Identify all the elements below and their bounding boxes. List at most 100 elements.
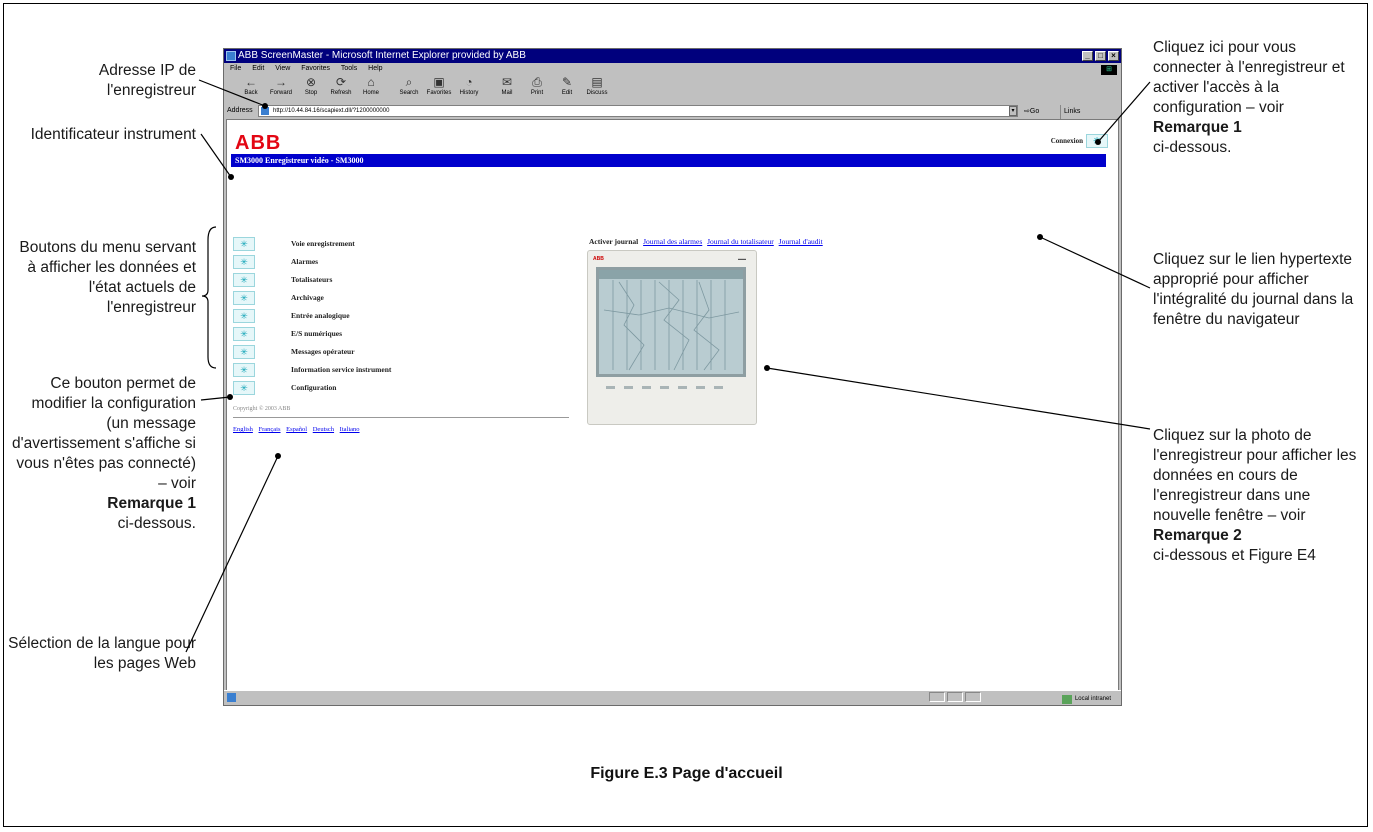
- annotation-ip-address: Adresse IP de l'enregistreur: [98, 62, 196, 99]
- journal-audit-link[interactable]: Journal d'audit: [779, 237, 823, 246]
- address-dropdown-icon[interactable]: ▾: [1009, 106, 1017, 116]
- back-button[interactable]: ← Back: [236, 75, 266, 102]
- lang-espanol[interactable]: Español: [286, 426, 307, 433]
- menu-view[interactable]: View: [275, 65, 290, 72]
- back-arrow-icon: ←: [245, 75, 257, 89]
- mail-icon: ✉: [501, 75, 513, 89]
- journal-totalisateur-link[interactable]: Journal du totalisateur: [707, 237, 774, 246]
- links-button[interactable]: Links: [1060, 105, 1080, 119]
- divider: [233, 417, 569, 418]
- maximize-button[interactable]: □: [1095, 51, 1106, 61]
- menu-favorites[interactable]: Favorites: [301, 65, 330, 72]
- menu-item-entree-analogique[interactable]: Entrée analogique: [233, 307, 350, 325]
- recorder-photo[interactable]: ABB ▬▬: [587, 250, 757, 425]
- favorites-button[interactable]: ▣ Favorites: [424, 75, 454, 102]
- lang-english[interactable]: English: [233, 426, 253, 433]
- device-logo: ABB: [593, 256, 604, 262]
- device-brand-label: ▬▬: [738, 256, 746, 261]
- copyright: Copyright © 2003 ABB: [233, 406, 291, 412]
- menu-help[interactable]: Help: [368, 65, 382, 72]
- figure-caption: Figure E.3 Page d'accueil: [590, 765, 783, 782]
- refresh-icon: ⟳: [335, 75, 347, 89]
- mail-button[interactable]: ✉ Mail: [492, 75, 522, 102]
- annotation-journal: Cliquez sur le lien hypertexte approprié…: [1153, 251, 1354, 328]
- menu-file[interactable]: File: [230, 65, 241, 72]
- lang-deutsch[interactable]: Deutsch: [313, 426, 334, 433]
- journal-links: Activer journal Journal des alarmes Jour…: [589, 237, 826, 246]
- menu-item-archivage[interactable]: Archivage: [233, 289, 324, 307]
- address-value: http://10.44.84.16/scapiext.dll/?1200000…: [273, 108, 390, 114]
- forward-arrow-icon: →: [275, 75, 287, 89]
- annotation-configuration: Ce bouton permet de modifier la configur…: [12, 375, 196, 532]
- instrument-banner: SM3000 Enregistreur vidéo - SM3000: [231, 154, 1106, 167]
- menu-item-es-numeriques[interactable]: E/S numériques: [233, 325, 342, 343]
- annotation-menu-buttons: Boutons du menu servant à afficher les d…: [19, 239, 196, 316]
- annotation-language: Sélection de la langue pour les pages We…: [8, 635, 196, 672]
- menu-item-voie-enregistrement[interactable]: Voie enregistrement: [233, 235, 355, 253]
- discuss-icon: ▤: [591, 75, 603, 89]
- edit-button[interactable]: ✎ Edit: [552, 75, 582, 102]
- annotation-instrument-id: Identificateur instrument: [30, 126, 196, 143]
- stop-button[interactable]: ⊗ Stop: [296, 75, 326, 102]
- edit-icon: ✎: [561, 75, 573, 89]
- home-icon: ⌂: [367, 75, 375, 89]
- menu-button-icon[interactable]: [233, 272, 255, 287]
- journal-alarmes-link[interactable]: Journal des alarmes: [643, 237, 702, 246]
- connexion: Connexion: [1051, 134, 1108, 148]
- menu-bar: File Edit View Favorites Tools Help: [224, 63, 1121, 74]
- connexion-label: Connexion: [1050, 137, 1083, 145]
- ie-icon: [226, 51, 236, 61]
- page-content: ABB Connexion SM3000 Enregistreur vidéo …: [226, 119, 1119, 691]
- connexion-button[interactable]: [1086, 134, 1108, 148]
- menu-button-icon[interactable]: [233, 254, 255, 269]
- annotation-connexion: Cliquez ici pour vous connecter à l'enre…: [1153, 39, 1345, 156]
- title-bar: ABB ScreenMaster - Microsoft Internet Ex…: [224, 49, 1121, 63]
- journal-active-label: Activer journal: [589, 237, 639, 246]
- windows-logo-icon: ⊞: [1101, 65, 1117, 75]
- status-cells: [929, 692, 981, 702]
- menu-edit[interactable]: Edit: [252, 65, 264, 72]
- forward-button[interactable]: → Forward: [266, 75, 296, 102]
- search-icon: ⌕: [405, 75, 413, 89]
- print-icon: ⎙: [532, 75, 542, 89]
- menu-button-icon[interactable]: [233, 362, 255, 377]
- menu-button-icon[interactable]: [233, 344, 255, 359]
- minimize-button[interactable]: _: [1082, 51, 1093, 61]
- menu-item-configuration[interactable]: Configuration: [233, 379, 336, 397]
- address-bar: Address http://10.44.84.16/scapiext.dll/…: [224, 104, 1121, 119]
- menu-button-icon[interactable]: [233, 290, 255, 305]
- status-bar: Local intranet: [224, 690, 1121, 705]
- close-button[interactable]: ×: [1108, 51, 1119, 61]
- history-button[interactable]: ◔ History: [454, 75, 484, 102]
- menu-item-messages-operateur[interactable]: Messages opérateur: [233, 343, 355, 361]
- history-icon: ◔: [465, 75, 473, 89]
- discuss-button[interactable]: ▤ Discuss: [582, 75, 612, 102]
- menu-button-icon[interactable]: [233, 236, 255, 251]
- stop-icon: ⊗: [305, 75, 317, 89]
- menu-button-icon[interactable]: [233, 380, 255, 395]
- window-controls: _ □ ×: [1082, 51, 1119, 61]
- language-selector: English Français Español Deutsch Italian…: [233, 426, 364, 433]
- page-icon: [261, 107, 269, 115]
- menu-button-icon[interactable]: [233, 308, 255, 323]
- security-zone: Local intranet: [1061, 692, 1111, 705]
- address-input[interactable]: http://10.44.84.16/scapiext.dll/?1200000…: [258, 105, 1018, 117]
- menu-tools[interactable]: Tools: [341, 65, 357, 72]
- screen-traces: [603, 280, 740, 371]
- status-page-icon: [227, 693, 236, 702]
- menu-item-information-service[interactable]: Information service instrument: [233, 361, 391, 379]
- recorder-screen: [596, 267, 746, 377]
- menu-item-alarmes[interactable]: Alarmes: [233, 253, 318, 271]
- window-title: ABB ScreenMaster - Microsoft Internet Ex…: [238, 50, 526, 61]
- toolbar: ← Back → Forward ⊗ Stop ⟳ Refresh ⌂ Home ⌕ Sea…: [224, 75, 1121, 102]
- search-button[interactable]: ⌕ Search: [394, 75, 424, 102]
- home-button[interactable]: ⌂ Home: [356, 75, 386, 102]
- menu-item-totalisateurs[interactable]: Totalisateurs: [233, 271, 332, 289]
- go-button[interactable]: ⇨Go: [1024, 105, 1039, 119]
- abb-logo: ABB: [235, 132, 282, 154]
- lang-italiano[interactable]: Italiano: [340, 426, 360, 433]
- refresh-button[interactable]: ⟳ Refresh: [326, 75, 356, 102]
- print-button[interactable]: ⎙ Print: [522, 75, 552, 102]
- menu-button-icon[interactable]: [233, 326, 255, 341]
- lang-francais[interactable]: Français: [259, 426, 281, 433]
